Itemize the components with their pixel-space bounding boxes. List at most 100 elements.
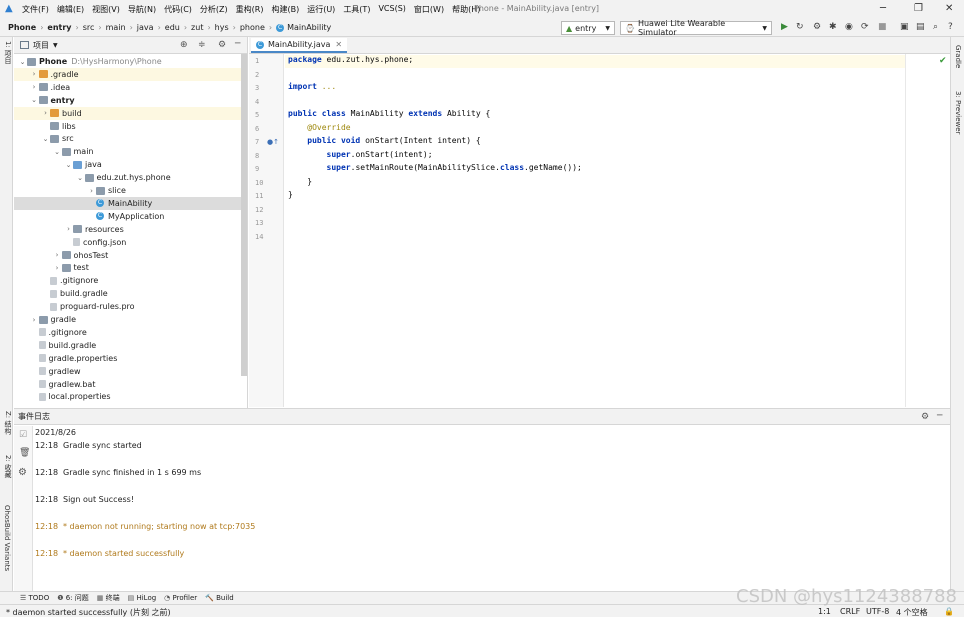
tree-item[interactable]: ⌄ main [14,145,247,158]
caret-position[interactable]: 1:1 [818,607,831,616]
close-tab-icon[interactable]: ✕ [335,40,342,49]
code-editor[interactable]: package edu.zut.hys.phone; import ... publ… [285,54,905,407]
code-line[interactable]: package edu.zut.hys.phone; [285,55,905,68]
code-line[interactable]: @Override [288,123,350,136]
line-separator[interactable]: CRLF [840,607,860,616]
project-structure-icon[interactable]: ▤ [916,22,925,32]
structure-tool-button[interactable]: Z: 结构 [3,411,13,434]
breadcrumb-item[interactable]: java [137,23,154,32]
mark-read-icon[interactable]: ☑ [19,430,27,440]
chevron-down-icon[interactable]: ⌄ [41,135,50,143]
menu-item[interactable]: 代码(C) [160,4,196,15]
file-encoding[interactable]: UTF-8 [866,607,889,616]
bottom-tab[interactable]: ◔ Profiler [164,594,197,602]
menu-item[interactable]: 编辑(E) [53,4,88,15]
tree-item[interactable]: build.gradle [14,287,247,300]
module-selector[interactable]: ▲ entry ▼ [561,21,615,35]
code-line[interactable]: public void onStart(Intent intent) { [288,136,480,149]
bottom-tab[interactable]: ▦ 终端 [97,593,120,603]
lock-icon[interactable]: 🔒 [944,607,954,616]
device-selector[interactable]: ⌚ Huawei Lite Wearable Simulator ▼ [620,19,772,37]
tree-item[interactable]: › .idea [14,81,247,94]
code-line[interactable]: } [288,190,293,203]
tree-item[interactable]: ⌄ java [14,158,247,171]
bottom-tab[interactable]: ❶ 6: 问题 [57,593,89,603]
bottom-tab[interactable]: 🔨 Build [205,594,234,602]
code-line[interactable]: super.setMainRoute(MainAbilitySlice.clas… [288,163,582,176]
locate-icon[interactable]: ⊕ [180,40,188,50]
indent-setting[interactable]: 4 个空格 [896,607,928,618]
tree-item[interactable]: proguard-rules.pro [14,300,247,313]
menu-item[interactable]: 重构(R) [232,4,268,15]
tree-item[interactable]: config.json [14,236,247,249]
tree-item[interactable]: ⌄ Phone D:\HysHarmony\Phone [14,55,247,68]
tree-item[interactable]: ⌄ edu.zut.hys.phone [14,171,247,184]
menu-item[interactable]: 窗口(W) [410,4,448,15]
tree-item[interactable]: › slice [14,184,247,197]
stop-icon[interactable]: ■ [878,22,887,32]
breadcrumb-item[interactable]: hys [215,23,229,32]
attach-debugger-icon[interactable]: ✱ [829,22,837,32]
breadcrumb-item[interactable]: main [106,23,126,32]
chevron-right-icon[interactable]: › [53,251,62,259]
tree-item[interactable]: ⌄ src [14,132,247,145]
bottom-tab[interactable]: ☰ TODO [20,594,49,602]
gradle-tool-button[interactable]: Gradle [954,45,962,68]
code-line[interactable]: } [288,177,312,190]
menu-item[interactable]: 文件(F) [18,4,53,15]
collapse-all-icon[interactable]: ≑ [198,40,206,50]
chevron-down-icon[interactable]: ⌄ [76,174,85,182]
tree-item[interactable]: gradlew [14,365,247,378]
sdk-manager-icon[interactable]: ▣ [900,22,909,32]
help-icon[interactable]: ? [948,22,953,32]
chevron-right-icon[interactable]: › [30,316,39,324]
breadcrumb-item[interactable]: zut [191,23,203,32]
tree-item[interactable]: C MyApplication [14,210,247,223]
chevron-right-icon[interactable]: › [30,70,39,78]
tree-item[interactable]: › gradle [14,313,247,326]
tree-item[interactable]: libs [14,120,247,133]
previewer-tool-button[interactable]: 3: Previewer [954,91,962,134]
search-icon[interactable]: ⌕ [933,22,938,32]
chevron-down-icon[interactable]: ⌄ [30,96,39,104]
profiler-icon[interactable]: ◉ [845,22,853,32]
project-panel-title[interactable]: 项目 [33,40,49,51]
menu-item[interactable]: 导航(N) [124,4,160,15]
tree-item[interactable]: › build [14,106,247,120]
favorites-tool-button[interactable]: 2: 收藏 [3,455,13,478]
restore-icon[interactable]: ❐ [914,3,923,14]
close-icon[interactable]: ✕ [945,3,953,14]
rerun-icon[interactable]: ↻ [796,22,804,32]
gear-icon[interactable]: ⚙ [218,40,226,50]
project-tool-button[interactable]: 1: 项目 [3,41,13,64]
chevron-right-icon[interactable]: › [64,225,73,233]
gear-icon[interactable]: ⚙ [921,412,929,422]
chevron-down-icon[interactable]: ⌄ [64,161,73,169]
menu-item[interactable]: 运行(U) [303,4,339,15]
hide-panel-icon[interactable]: ─ [235,39,240,49]
tree-item[interactable]: gradlew.bat [14,378,247,391]
breadcrumb-item[interactable]: MainAbility [287,23,331,32]
trash-icon[interactable]: 🗑 [19,448,30,458]
tree-item[interactable]: local.properties [14,390,247,403]
tree-item[interactable]: › resources [14,223,247,236]
breadcrumb-item[interactable]: edu [165,23,180,32]
inspection-ok-icon[interactable]: ✔ [939,56,947,66]
chevron-right-icon[interactable]: › [87,187,96,195]
tree-item[interactable]: › .gradle [14,67,247,81]
minimize-icon[interactable]: ─ [880,3,886,14]
chevron-right-icon[interactable]: › [53,264,62,272]
code-line[interactable]: public class MainAbility extends Ability… [288,109,490,122]
bottom-tab[interactable]: ▤ HiLog [128,594,157,602]
breadcrumb-item[interactable]: phone [240,23,265,32]
tree-item[interactable]: › ohosTest [14,249,247,262]
settings-icon[interactable]: ⚙ [18,467,27,478]
tree-item[interactable]: .gitignore [14,326,247,339]
code-line[interactable]: import ... [288,82,336,95]
breadcrumb-item[interactable]: entry [47,23,71,32]
menu-item[interactable]: 分析(Z) [196,4,232,15]
tree-item[interactable]: C MainAbility [14,196,247,210]
menu-item[interactable]: 视图(V) [88,4,124,15]
debug-icon[interactable]: ⚙ [813,22,821,32]
project-scrollbar[interactable] [241,54,247,376]
